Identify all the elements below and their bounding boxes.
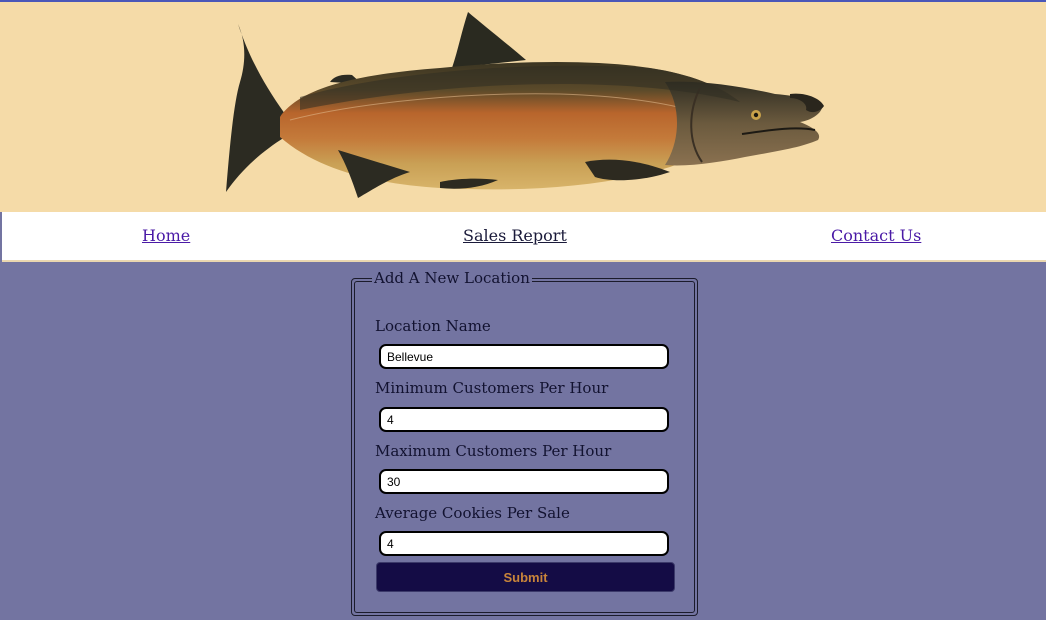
form-legend: Add A New Location (372, 269, 532, 287)
submit-button[interactable]: Submit (376, 562, 675, 592)
avg-cookies-input[interactable] (379, 531, 669, 556)
salmon-image (226, 12, 824, 198)
nav-link-sales-report[interactable]: Sales Report (463, 226, 567, 245)
location-name-input[interactable] (379, 344, 669, 369)
header-banner (0, 2, 1046, 212)
max-customers-label: Maximum Customers Per Hour (375, 442, 612, 460)
location-name-label: Location Name (375, 317, 491, 335)
nav-bar: Home Sales Report Contact Us (2, 212, 1046, 262)
min-customers-input[interactable] (379, 407, 669, 432)
avg-cookies-label: Average Cookies Per Sale (375, 504, 570, 522)
nav-link-home[interactable]: Home (142, 226, 190, 245)
min-customers-label: Minimum Customers Per Hour (375, 379, 609, 397)
nav-link-contact-us[interactable]: Contact Us (831, 226, 921, 245)
max-customers-input[interactable] (379, 469, 669, 494)
